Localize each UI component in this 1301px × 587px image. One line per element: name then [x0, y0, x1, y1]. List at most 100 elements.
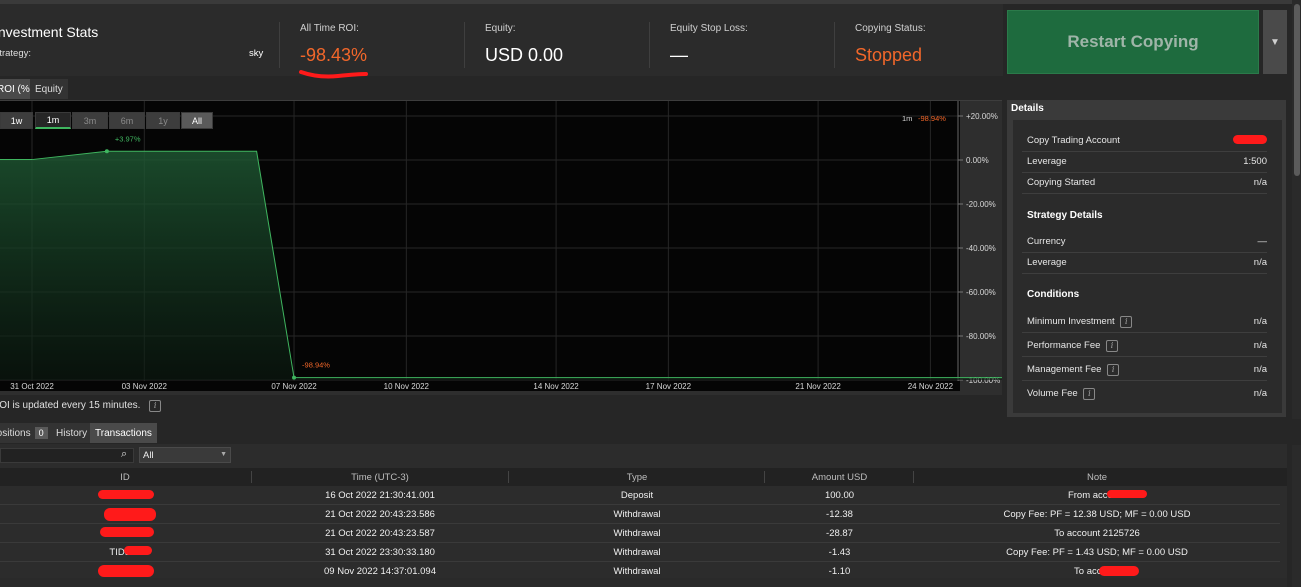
condition-row-management-fee: Management Fee i n/a — [1022, 358, 1267, 381]
x-tick-label: 03 Nov 2022 — [122, 382, 168, 391]
vertical-scrollbar-thumb[interactable] — [1294, 4, 1300, 176]
cell-amount: -1.10 — [828, 566, 851, 577]
column-header-type[interactable]: Type — [509, 472, 765, 483]
detail-key: Leverage — [1027, 257, 1067, 268]
range-1m[interactable]: 1m — [35, 112, 71, 129]
chevron-down-icon: ▼ — [220, 451, 227, 458]
cell-type: Withdrawal — [613, 566, 661, 577]
tab-positions[interactable]: Positions 0 — [0, 423, 53, 443]
y-tick-label: -20.00% — [966, 200, 996, 209]
search-icon[interactable]: ⌕ — [121, 448, 127, 461]
roi-update-note: ROI is updated every 15 minutes. i — [0, 400, 162, 412]
detail-key: Performance Fee i — [1027, 340, 1119, 352]
range-3m[interactable]: 3m — [72, 112, 108, 129]
x-tick-label: 31 Oct 2022 — [10, 382, 54, 391]
detail-key: Copy Trading Account — [1027, 135, 1120, 146]
cell-type: Deposit — [620, 490, 654, 501]
condition-row-volume-fee: Volume Fee i n/a — [1022, 382, 1267, 405]
cell-note: To account — [1074, 566, 1120, 577]
detail-value: n/a — [1253, 177, 1267, 188]
cell-note: Copy Fee: PF = 1.43 USD; MF = 0.00 USD — [1006, 547, 1188, 558]
cell-amount: 100.00 — [824, 490, 855, 501]
stats-header: Investment Stats Strategy: sky All Time … — [0, 4, 1003, 79]
data-point — [292, 375, 297, 380]
detail-value: n/a — [1253, 340, 1267, 351]
detail-value: — — [1257, 236, 1268, 247]
redaction-mark — [98, 565, 154, 577]
legend-value: -98.94% — [918, 114, 946, 123]
detail-key: Currency — [1027, 236, 1066, 247]
strategy-label: Strategy: — [0, 48, 32, 59]
table-row[interactable]: TID37031 Oct 2022 23:30:33.180Withdrawal… — [0, 543, 1280, 562]
detail-value: n/a — [1253, 316, 1267, 327]
cell-time: 21 Oct 2022 20:43:23.586 — [325, 509, 435, 520]
table-row[interactable]: TID16 Oct 2022 21:30:41.001Deposit100.00… — [0, 486, 1280, 505]
info-icon[interactable]: i — [1107, 364, 1120, 376]
equity-stop-loss-label: Equity Stop Loss: — [670, 23, 748, 34]
detail-key: Management Fee i — [1027, 364, 1120, 376]
cell-type: Withdrawal — [613, 547, 661, 558]
detail-row-currency: Currency — — [1022, 230, 1267, 253]
info-icon[interactable]: i — [1083, 388, 1096, 400]
roi-label: All Time ROI: — [300, 23, 359, 34]
cell-type: Withdrawal — [613, 509, 661, 520]
search-input[interactable] — [0, 448, 134, 463]
tab-history[interactable]: History — [51, 423, 93, 443]
detail-row-leverage: Leverage 1:500 — [1022, 150, 1267, 173]
data-point — [104, 149, 109, 154]
copying-status-label: Copying Status: — [855, 23, 926, 34]
x-tick-label: 10 Nov 2022 — [384, 382, 430, 391]
cell-amount: -12.38 — [826, 509, 853, 520]
x-tick-label: 07 Nov 2022 — [271, 382, 317, 391]
table-row[interactable]: TID21 Oct 2022 20:43:23.587Withdrawal-28… — [0, 524, 1280, 543]
range-6m[interactable]: 6m — [109, 112, 145, 129]
detail-key: Leverage — [1027, 156, 1067, 167]
restart-options-dropdown[interactable]: ▼ — [1263, 10, 1287, 74]
redaction-mark — [104, 508, 156, 521]
x-tick-label: 24 Nov 2022 — [908, 382, 954, 391]
roi-chart: +20.00% 0.00% -20.00% -40.00% -60.00% -80.00%… — [0, 101, 1002, 391]
redaction-mark — [124, 546, 152, 555]
range-all[interactable]: All — [181, 112, 213, 129]
column-header-time[interactable]: Time (UTC-3) — [252, 472, 508, 483]
strategy-value: sky — [249, 48, 264, 59]
column-header-note[interactable]: Note — [914, 472, 1280, 483]
detail-value: n/a — [1253, 257, 1267, 268]
cell-note: From account — [1067, 490, 1127, 501]
range-1w[interactable]: 1w — [0, 112, 33, 129]
cell-time: 31 Oct 2022 23:30:33.180 — [325, 547, 435, 558]
detail-value: n/a — [1253, 388, 1267, 399]
tab-transactions[interactable]: Transactions — [90, 423, 157, 443]
info-icon[interactable]: i — [149, 400, 162, 412]
tab-equity[interactable]: Equity — [30, 79, 68, 99]
redaction-mark — [1107, 490, 1147, 498]
roi-note-text: ROI is updated every 15 minutes. — [0, 400, 141, 411]
cell-amount: -28.87 — [826, 528, 853, 539]
column-header-id[interactable]: ID — [0, 472, 250, 483]
table-row[interactable]: TID21 Oct 2022 20:43:23.586Withdrawal-12… — [0, 505, 1280, 524]
copying-status-value: Stopped — [855, 45, 923, 65]
equity-stop-loss-value: — — [670, 45, 688, 65]
detail-row-strategy-leverage: Leverage n/a — [1022, 251, 1267, 274]
strategy-details-title: Strategy Details — [1027, 210, 1103, 221]
type-filter-value: All — [143, 450, 154, 461]
info-icon[interactable]: i — [1106, 340, 1119, 352]
detail-key: Copying Started — [1027, 177, 1096, 188]
x-tick-label: 17 Nov 2022 — [646, 382, 692, 391]
column-header-amount[interactable]: Amount USD — [765, 472, 914, 483]
y-tick-label: -60.00% — [966, 288, 996, 297]
equity-value: USD 0.00 — [485, 45, 564, 65]
redaction-mark — [100, 527, 154, 537]
detail-value: n/a — [1253, 364, 1267, 375]
detail-row-account: Copy Trading Account — [1022, 129, 1267, 152]
restart-copying-button[interactable]: Restart Copying — [1007, 10, 1259, 74]
horizontal-scrollbar[interactable] — [0, 578, 1287, 587]
y-tick-label: +20.00% — [966, 112, 998, 121]
type-filter-select[interactable]: All ▼ — [139, 447, 231, 463]
cell-type: Withdrawal — [613, 528, 661, 539]
range-1y[interactable]: 1y — [146, 112, 180, 129]
cell-note: Copy Fee: PF = 12.38 USD; MF = 0.00 USD — [1003, 509, 1191, 520]
y-tick-label: -80.00% — [966, 332, 996, 341]
condition-row-performance-fee: Performance Fee i n/a — [1022, 334, 1267, 357]
info-icon[interactable]: i — [1120, 316, 1133, 328]
